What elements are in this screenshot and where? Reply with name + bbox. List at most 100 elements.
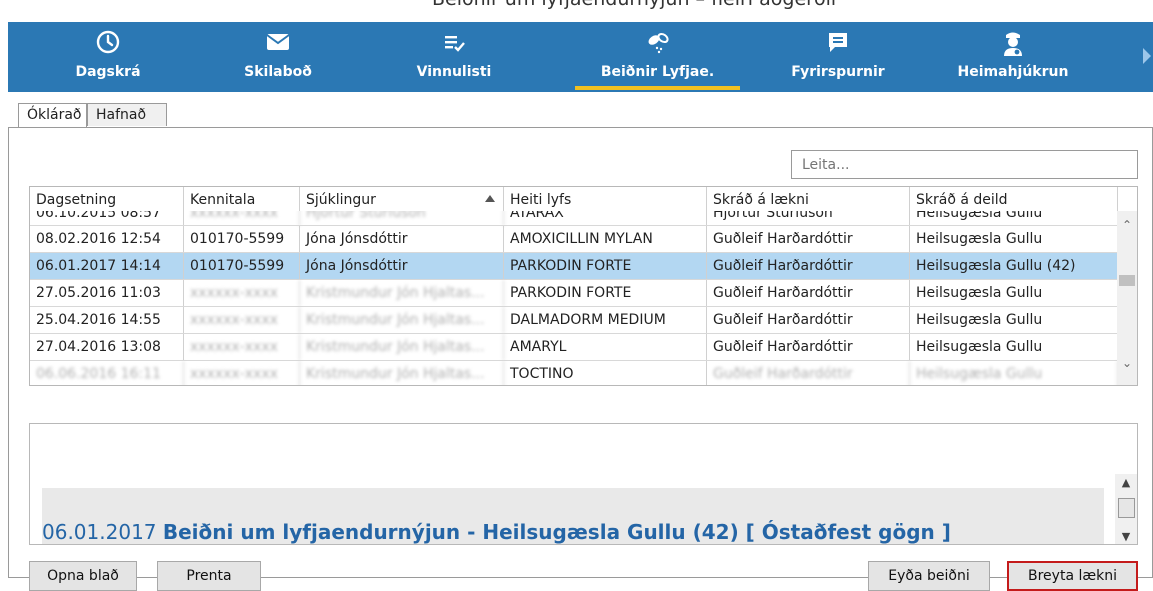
cell-department: Heilsugæsla Gullu (42)	[910, 253, 1118, 279]
nav-scroll-right-icon[interactable]	[1143, 48, 1151, 64]
cell-drug: ATARAX	[504, 211, 707, 226]
nav-label: Vinnulisti	[416, 64, 492, 80]
preview-heading: 06.01.2017 Beiðni um lyfjaendurnýjun - H…	[42, 520, 951, 544]
table-vertical-scrollbar[interactable]: ⌃ ⌄	[1117, 211, 1137, 385]
print-button[interactable]: Prenta	[157, 561, 261, 591]
table-body: 06.10.2015 08:57 xxxxxx-xxxx Hjörtur Stu…	[30, 211, 1118, 385]
cell-department: Heilsugæsla Gullu	[910, 226, 1118, 252]
request-preview: 06.01.2017 Beiðni um lyfjaendurnýjun - H…	[29, 423, 1138, 545]
cell-date: 06.01.2017 14:14	[30, 253, 184, 279]
scrollbar-thumb[interactable]	[1119, 275, 1135, 286]
column-header-drug[interactable]: Heiti lyfs	[504, 187, 707, 211]
column-header-date[interactable]: Dagsetning	[30, 187, 184, 211]
column-header-patient[interactable]: Sjúklingur	[300, 187, 504, 211]
cell-doctor: Guðleif Harðardóttir	[707, 280, 910, 306]
cell-date: 06.06.2016 16:11	[30, 361, 184, 385]
cell-ssn: xxxxxx-xxxx	[184, 280, 300, 306]
content-frame: Óklárað Hafnað Dagsetning Kennitala Sjúk…	[8, 97, 1153, 591]
table-row[interactable]: 08.02.2016 12:54 010170-5599 Jóna Jónsdó…	[30, 225, 1118, 252]
cell-date: 25.04.2016 14:55	[30, 307, 184, 333]
cell-drug: AMOXICILLIN MYLAN	[504, 226, 707, 252]
nurse-icon	[938, 29, 1088, 56]
envelope-icon	[208, 29, 348, 55]
nav-item-skilabod[interactable]: Skilaboð	[208, 22, 348, 92]
nav-label: Beiðnir Lyfjae.	[600, 64, 715, 80]
cell-date: 06.10.2015 08:57	[30, 211, 184, 226]
scroll-up-icon[interactable]: ▲	[1120, 476, 1132, 489]
cell-drug: TOCTINO	[504, 361, 707, 385]
pills-icon	[575, 29, 740, 55]
tab-oklarad[interactable]: Óklárað	[18, 103, 87, 127]
cell-ssn: 010170-5599	[184, 226, 300, 252]
table-row[interactable]: 25.04.2016 14:55 xxxxxx-xxxx Kristmundur…	[30, 306, 1118, 333]
nav-item-heimahjukrun[interactable]: Heimahjúkrun	[938, 22, 1088, 92]
scroll-down-icon[interactable]: ▼	[1120, 530, 1132, 543]
cell-department: Heilsugæsla Gullu	[910, 307, 1118, 333]
nav-item-dagskra[interactable]: Dagskrá	[38, 22, 178, 92]
search-input[interactable]	[791, 150, 1138, 179]
nav-label: Heimahjúkrun	[957, 64, 1069, 80]
column-header-doctor[interactable]: Skráð á lækni	[707, 187, 910, 211]
cell-doctor: Guðleif Harðardóttir	[707, 253, 910, 279]
cell-doctor: Guðleif Harðardóttir	[707, 226, 910, 252]
tab-panel: Dagsetning Kennitala Sjúklingur Heiti ly…	[8, 127, 1153, 591]
cell-department: Heilsugæsla Gullu	[910, 280, 1118, 306]
column-header-label: Sjúklingur	[306, 192, 376, 208]
nav-label: Fyrirspurnir	[791, 64, 885, 80]
preview-vertical-scrollbar[interactable]: ▲ ▼	[1115, 474, 1137, 544]
cell-date: 08.02.2016 12:54	[30, 226, 184, 252]
cell-drug: PARKODIN FORTE	[504, 253, 707, 279]
nav-label: Skilaboð	[244, 64, 312, 80]
preview-title: Beiðni um lyfjaendurnýjun - Heilsugæsla …	[162, 520, 951, 544]
open-sheet-button[interactable]: Opna blað	[29, 561, 137, 591]
requests-table: Dagsetning Kennitala Sjúklingur Heiti ly…	[29, 186, 1138, 386]
scroll-up-icon[interactable]: ⌃	[1121, 219, 1133, 231]
table-row[interactable]: 06.06.2016 16:11 xxxxxx-xxxx Kristmundur…	[30, 360, 1118, 385]
cell-ssn: xxxxxx-xxxx	[184, 211, 300, 226]
cell-ssn: xxxxxx-xxxx	[184, 361, 300, 385]
cell-patient: Kristmundur Jón Hjaltas...	[300, 361, 504, 385]
cell-department: Heilsugæsla Gullu	[910, 334, 1118, 360]
checklist-icon	[384, 29, 524, 55]
page-caption: Beiðnir um lyfjaendurnýjun – fleiri aðge…	[432, 0, 839, 10]
main-navbar: Dagskrá Skilaboð Vinnulisti Beiðnir Lyfj…	[8, 22, 1153, 92]
cell-drug: DALMADORM MEDIUM	[504, 307, 707, 333]
sort-ascending-icon	[485, 195, 495, 202]
nav-label: Dagskrá	[75, 64, 141, 80]
cell-date: 27.04.2016 13:08	[30, 334, 184, 360]
cell-ssn: 010170-5599	[184, 253, 300, 279]
cell-patient: Kristmundur Jón Hjaltas...	[300, 280, 504, 306]
nav-item-beidnir-lyfjae[interactable]: Beiðnir Lyfjae.	[575, 22, 740, 92]
clock-icon	[38, 29, 178, 55]
cell-patient: Hjörtur Sturluson	[300, 211, 504, 226]
delete-request-button[interactable]: Eyða beiðni	[868, 561, 990, 591]
preview-date: 06.01.2017	[42, 520, 157, 544]
nav-item-vinnulisti[interactable]: Vinnulisti	[384, 22, 524, 92]
tab-hafnad[interactable]: Hafnað	[87, 103, 167, 126]
cell-patient: Jóna Jónsdóttir	[300, 253, 504, 279]
scrollbar-thumb[interactable]	[1118, 498, 1135, 518]
cell-doctor: Guðleif Harðardóttir	[707, 361, 910, 385]
column-header-department[interactable]: Skráð á deild	[910, 187, 1118, 211]
cell-drug: AMARYL	[504, 334, 707, 360]
nav-item-fyrirspurnir[interactable]: Fyrirspurnir	[768, 22, 908, 92]
chat-bubble-icon	[768, 29, 908, 55]
cell-doctor: Guðleif Harðardóttir	[707, 334, 910, 360]
column-header-ssn[interactable]: Kennitala	[184, 187, 300, 211]
cell-drug: PARKODIN FORTE	[504, 280, 707, 306]
change-doctor-button[interactable]: Breyta lækni	[1007, 561, 1138, 591]
table-row[interactable]: 06.10.2015 08:57 xxxxxx-xxxx Hjörtur Stu…	[30, 211, 1118, 226]
cell-patient: Jóna Jónsdóttir	[300, 226, 504, 252]
cell-department: Heilsugæsla Gullu	[910, 361, 1118, 385]
table-row[interactable]: 27.04.2016 13:08 xxxxxx-xxxx Kristmundur…	[30, 333, 1118, 360]
table-header: Dagsetning Kennitala Sjúklingur Heiti ly…	[30, 187, 1118, 211]
table-row-selected[interactable]: 06.01.2017 14:14 010170-5599 Jóna Jónsdó…	[30, 252, 1118, 279]
cell-ssn: xxxxxx-xxxx	[184, 334, 300, 360]
cell-patient: Kristmundur Jón Hjaltas...	[300, 334, 504, 360]
cell-department: Heilsugæsla Gullu	[910, 211, 1118, 226]
cell-doctor: Guðleif Harðardóttir	[707, 307, 910, 333]
cell-doctor: Hjörtur Sturluson	[707, 211, 910, 226]
scroll-down-icon[interactable]: ⌄	[1121, 357, 1133, 369]
table-row[interactable]: 27.05.2016 11:03 xxxxxx-xxxx Kristmundur…	[30, 279, 1118, 306]
cell-ssn: xxxxxx-xxxx	[184, 307, 300, 333]
